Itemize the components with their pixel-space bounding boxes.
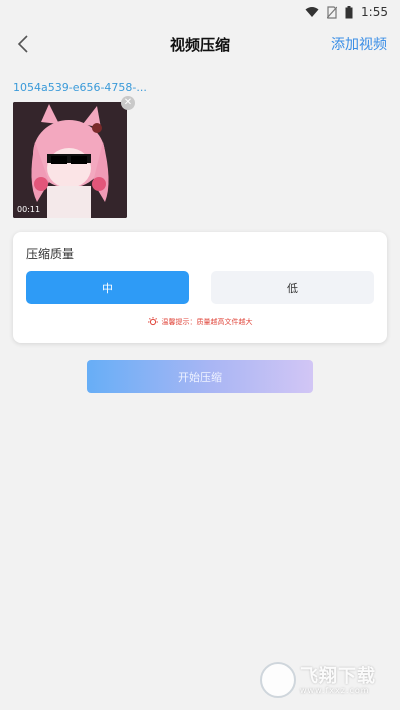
wifi-icon bbox=[305, 7, 319, 17]
video-duration: 00:11 bbox=[17, 205, 41, 214]
video-thumbnail[interactable]: 00:11 bbox=[13, 102, 127, 218]
watermark-logo-icon bbox=[260, 662, 296, 698]
quality-title: 压缩质量 bbox=[26, 247, 75, 261]
status-bar: 1:55 bbox=[0, 0, 400, 24]
add-video-button[interactable]: 添加视频 bbox=[331, 34, 387, 54]
video-file-name: 1054a539-e656-4758-... bbox=[13, 81, 147, 94]
quality-card: 压缩质量 中 低 温馨提示：质量越高文件越大 bbox=[13, 232, 387, 343]
start-compress-button[interactable]: 开始压缩 bbox=[87, 360, 313, 393]
quality-tip-text: 温馨提示：质量越高文件越大 bbox=[161, 318, 253, 326]
close-icon: ✕ bbox=[123, 97, 133, 108]
lightbulb-icon bbox=[147, 317, 158, 326]
battery-icon bbox=[345, 5, 353, 18]
remove-video-button[interactable]: ✕ bbox=[121, 96, 135, 110]
watermark: 飞翔下载 www.fxxz.com bbox=[260, 660, 392, 700]
status-time: 1:55 bbox=[361, 5, 388, 19]
quality-option-medium[interactable]: 中 bbox=[26, 271, 189, 304]
quality-tip: 温馨提示：质量越高文件越大 bbox=[13, 317, 387, 327]
watermark-text: 飞翔下载 bbox=[300, 666, 376, 687]
no-sim-icon bbox=[327, 5, 338, 19]
thumbnail-image bbox=[13, 102, 127, 218]
watermark-url: www.fxxz.com bbox=[300, 686, 370, 695]
quality-option-low[interactable]: 低 bbox=[211, 271, 374, 304]
nav-bar: 视频压缩 添加视频 bbox=[0, 24, 400, 64]
